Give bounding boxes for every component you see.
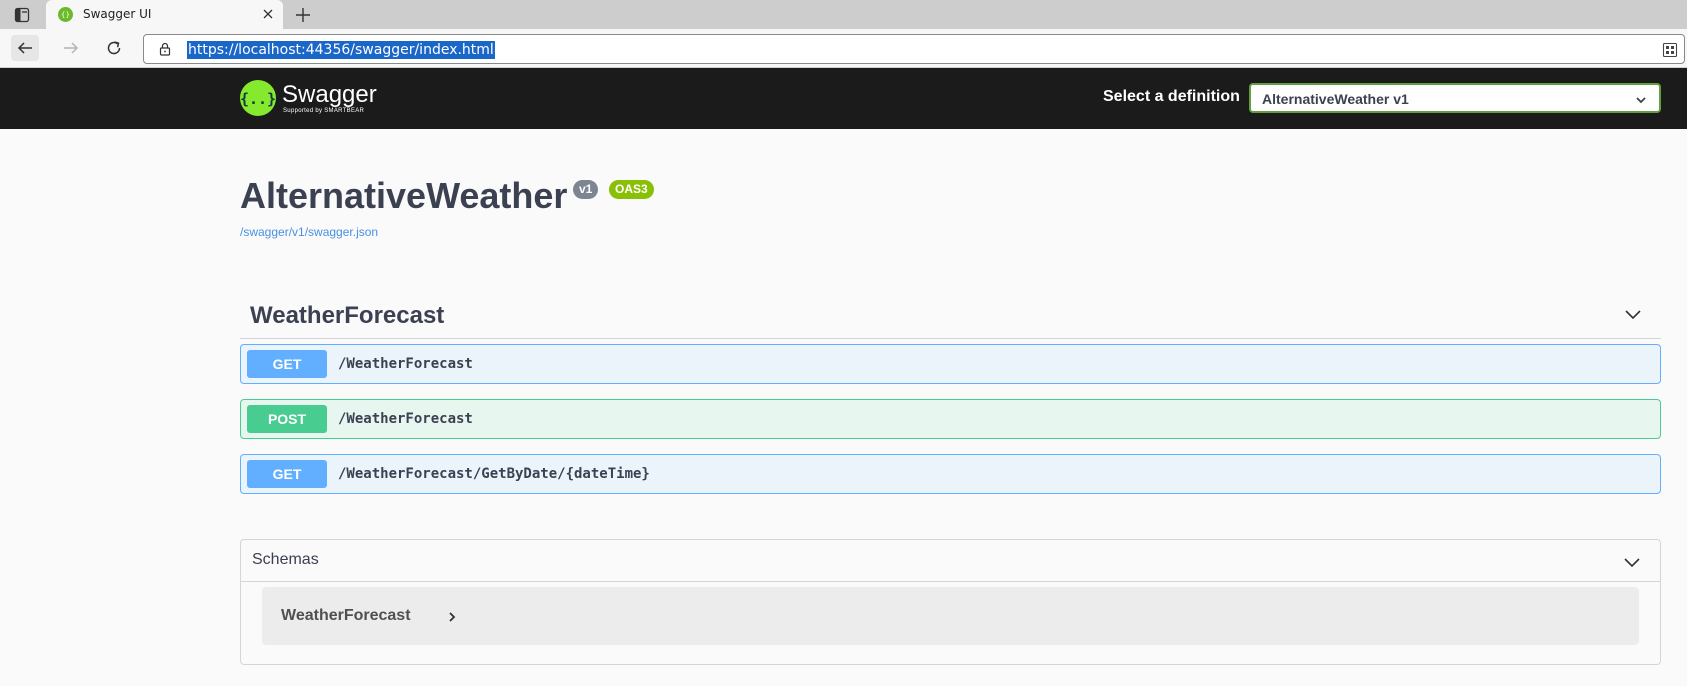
forward-icon[interactable] [57, 35, 85, 61]
swagger-logo-icon: {..} [240, 80, 276, 116]
chevron-down-icon[interactable] [1623, 304, 1643, 324]
browser-toolbar: https://localhost:44356/swagger/index.ht… [0, 29, 1687, 68]
swagger-topbar: {..} Swagger Supported by SMARTBEAR Sele… [0, 68, 1687, 129]
swagger-logo[interactable]: {..} Swagger Supported by SMARTBEAR [240, 78, 390, 118]
definition-select-value: AlternativeWeather v1 [1262, 91, 1409, 107]
svg-text:{..}: {..} [240, 90, 276, 108]
schemas-title: Schemas [252, 551, 319, 568]
url-text[interactable]: https://localhost:44356/swagger/index.ht… [187, 41, 495, 59]
reload-icon[interactable] [100, 35, 128, 61]
model-name: WeatherForecast [281, 607, 411, 624]
schemas-section: Schemas WeatherForecast [240, 539, 1661, 665]
definition-label: Select a definition [1103, 88, 1240, 105]
tab-title: Swagger UI [83, 7, 152, 21]
definition-select[interactable]: AlternativeWeather v1 [1249, 83, 1661, 113]
chevron-right-icon[interactable] [446, 610, 458, 622]
svg-text:{}: {} [61, 10, 70, 19]
reader-view-icon[interactable] [1662, 42, 1678, 58]
logo-word: Swagger [282, 81, 377, 108]
lock-icon[interactable] [158, 42, 172, 56]
schemas-header[interactable]: Schemas [241, 540, 1660, 582]
operation-get-weatherforecast[interactable]: GET /WeatherForecast [240, 344, 1661, 384]
method-badge: GET [247, 350, 327, 378]
oas-badge: OAS3 [609, 180, 654, 199]
back-icon[interactable] [11, 35, 39, 61]
version-badge: v1 [573, 180, 599, 199]
swagger-favicon-icon: {} [58, 7, 73, 22]
new-tab-icon[interactable] [292, 4, 314, 26]
operation-path: /WeatherForecast/GetByDate/{dateTime} [338, 466, 650, 482]
api-title: AlternativeWeather [240, 175, 568, 216]
tab-close-icon[interactable] [261, 7, 275, 21]
logo-subtitle: Supported by SMARTBEAR [283, 108, 365, 114]
chevron-down-icon[interactable] [1622, 552, 1642, 572]
operation-post-weatherforecast[interactable]: POST /WeatherForecast [240, 399, 1661, 439]
tag-header-weatherforecast[interactable]: WeatherForecast [240, 294, 1661, 339]
operation-get-by-date[interactable]: GET /WeatherForecast/GetByDate/{dateTime… [240, 454, 1661, 494]
browser-tabstrip: {} Swagger UI [0, 0, 1687, 29]
chevron-down-icon [1635, 93, 1647, 105]
address-bar[interactable]: https://localhost:44356/swagger/index.ht… [143, 34, 1685, 64]
operation-path: /WeatherForecast [338, 356, 473, 372]
browser-tab[interactable]: {} Swagger UI [46, 0, 283, 29]
tag-name: WeatherForecast [250, 302, 445, 329]
tab-actions-icon[interactable] [11, 5, 33, 25]
model-weatherforecast[interactable]: WeatherForecast [262, 587, 1639, 645]
spec-link[interactable]: /swagger/v1/swagger.json [240, 225, 378, 239]
operation-path: /WeatherForecast [338, 411, 473, 427]
method-badge: GET [247, 460, 327, 488]
method-badge: POST [247, 405, 327, 433]
